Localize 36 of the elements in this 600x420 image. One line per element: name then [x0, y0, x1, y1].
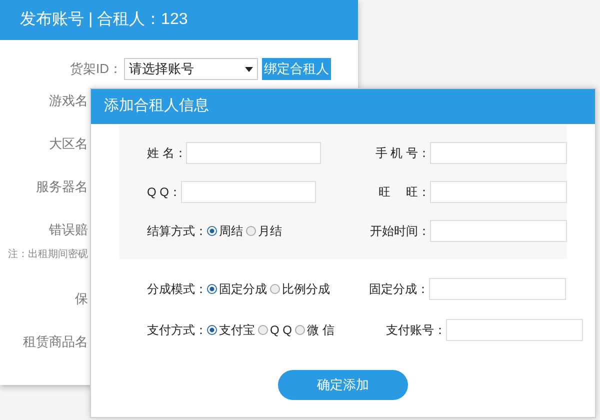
field-label: 手 机 号： — [375, 145, 430, 162]
input-field[interactable] — [186, 142, 322, 164]
input-field[interactable] — [430, 220, 567, 242]
field-label: 游戏名 — [49, 92, 88, 110]
radio-option[interactable]: 微 信 — [295, 321, 334, 339]
field-label: 保 — [75, 290, 88, 308]
field-label: 结算方式： — [147, 223, 207, 240]
radio-option[interactable]: 比例分成 — [270, 280, 330, 298]
input-field[interactable] — [429, 278, 566, 300]
note-text: 注：出租期间密砚 — [7, 248, 89, 262]
field-label: 分成模式： — [147, 281, 207, 298]
radio-option[interactable]: 支付宝 — [207, 321, 255, 339]
radio-option[interactable]: 固定分成 — [207, 280, 267, 298]
field-label: Q Q： — [147, 184, 182, 201]
caret-icon — [245, 66, 253, 72]
input-field[interactable] — [430, 181, 567, 203]
account-select[interactable]: 请选择账号 — [124, 58, 258, 80]
radio-option[interactable]: Q Q — [258, 321, 292, 339]
field-label: 固定分成： — [369, 281, 429, 298]
field-label: 错误赔 — [49, 220, 88, 238]
field-label: 大区名 — [49, 134, 88, 152]
input-field[interactable] — [430, 142, 567, 164]
radio-option[interactable]: 月结 — [246, 222, 282, 240]
page-title: 发布账号 | 合租人：123 — [20, 10, 188, 30]
field-label: 开始时间： — [370, 223, 430, 240]
field-label: 支付账号： — [386, 322, 446, 339]
field-label: 旺 旺： — [378, 184, 430, 201]
input-field[interactable] — [446, 319, 583, 341]
field-label: 租赁商品名 — [23, 332, 88, 350]
dialog-title: 添加合租人信息 — [104, 96, 209, 116]
input-field[interactable] — [181, 181, 316, 203]
field-label: 服务器名 — [36, 178, 88, 196]
radio-option[interactable]: 周结 — [207, 222, 243, 240]
field-label: 货架ID： — [69, 60, 123, 78]
field-label: 姓 名： — [147, 145, 186, 162]
field-label: 支付方式： — [147, 322, 207, 339]
